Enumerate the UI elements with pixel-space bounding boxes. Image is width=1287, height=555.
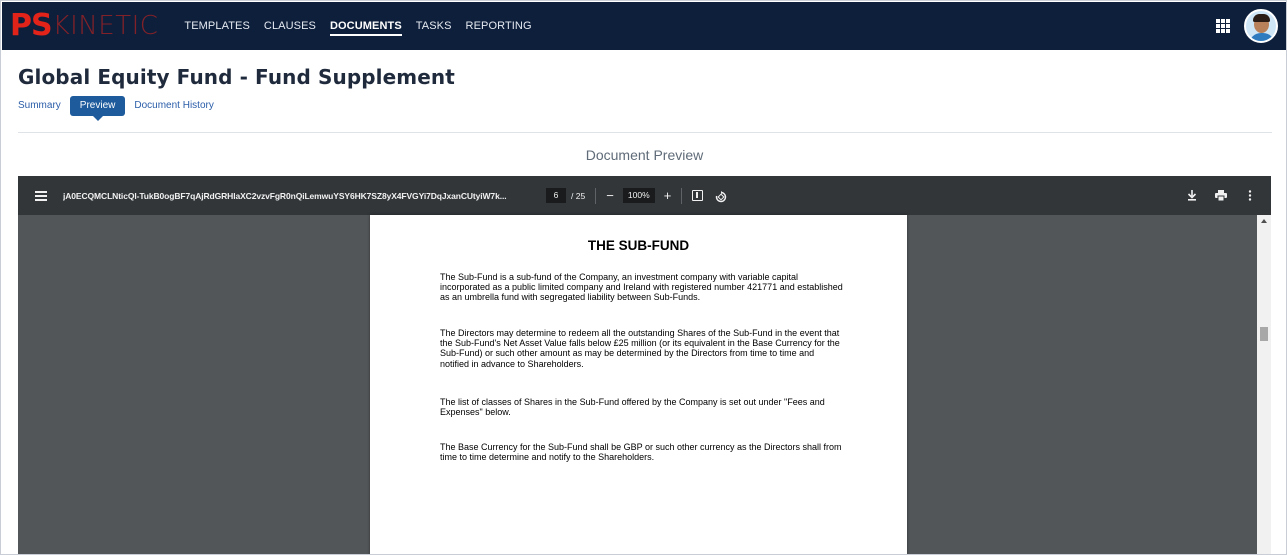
download-icon[interactable] bbox=[1186, 190, 1198, 202]
page-total: / 25 bbox=[571, 190, 586, 201]
pdf-page: THE SUB-FUND The Sub-Fund is a sub-fund … bbox=[370, 215, 907, 554]
pdf-toolbar: jA0ECQMCLNticQl-TukB0ogBF7qAjRdGRHlaXC2v… bbox=[18, 176, 1271, 215]
fit-page-icon[interactable] bbox=[692, 190, 704, 201]
top-navbar: PS KINETIC TEMPLATES CLAUSES DOCUMENTS T… bbox=[2, 2, 1286, 50]
section-heading: Document Preview bbox=[585, 147, 704, 163]
pdf-viewer: jA0ECQMCLNticQl-TukB0ogBF7qAjRdGRHlaXC2v… bbox=[18, 176, 1271, 554]
rotate-icon[interactable] bbox=[715, 190, 727, 202]
document-paragraph: The Base Currency for the Sub-Fund shall… bbox=[440, 442, 842, 463]
toolbar-separator bbox=[595, 187, 597, 204]
divider bbox=[18, 132, 1272, 133]
menu-icon[interactable] bbox=[35, 190, 47, 201]
page-title: Global Equity Fund - Fund Supplement bbox=[18, 65, 455, 89]
logo[interactable]: PS KINETIC bbox=[10, 2, 158, 50]
logo-ps: PS bbox=[10, 8, 53, 43]
tab-document-history[interactable]: Document History bbox=[134, 96, 213, 116]
document-filename: jA0ECQMCLNticQl-TukB0ogBF7qAjRdGRHlaXC2v… bbox=[63, 190, 507, 201]
app-window: PS KINETIC TEMPLATES CLAUSES DOCUMENTS T… bbox=[0, 0, 1287, 555]
document-heading: THE SUB-FUND bbox=[587, 238, 690, 253]
zoom-out-button[interactable]: − bbox=[606, 189, 614, 202]
tab-summary[interactable]: Summary bbox=[18, 96, 61, 116]
toolbar-right bbox=[1169, 190, 1256, 202]
nav-tasks[interactable]: TASKS bbox=[416, 2, 452, 50]
nav-documents[interactable]: DOCUMENTS bbox=[329, 2, 402, 50]
document-paragraph: The list of classes of Shares in the Sub… bbox=[440, 397, 825, 418]
nav-templates[interactable]: TEMPLATES bbox=[184, 2, 250, 50]
nav-right bbox=[1216, 9, 1278, 43]
print-icon[interactable] bbox=[1215, 190, 1227, 202]
document-tabs: Summary Preview Document History bbox=[18, 96, 223, 121]
scroll-up-arrow-icon[interactable] bbox=[1261, 219, 1267, 223]
logo-kinetic: KINETIC bbox=[52, 11, 159, 41]
nav-clauses[interactable]: CLAUSES bbox=[264, 2, 316, 50]
nav-reporting[interactable]: REPORTING bbox=[466, 2, 532, 50]
scrollbar-thumb[interactable] bbox=[1260, 327, 1268, 341]
main-nav: TEMPLATES CLAUSES DOCUMENTS TASKS REPORT… bbox=[184, 2, 545, 50]
user-avatar[interactable] bbox=[1244, 9, 1278, 43]
zoom-input[interactable]: 100% bbox=[622, 188, 655, 203]
toolbar-separator bbox=[681, 187, 683, 204]
vertical-scrollbar[interactable] bbox=[1257, 215, 1271, 554]
zoom-in-button[interactable]: + bbox=[664, 189, 672, 202]
more-options-icon[interactable] bbox=[1244, 190, 1256, 202]
tab-preview[interactable]: Preview bbox=[69, 96, 126, 121]
document-paragraph: The Directors may determine to redeem al… bbox=[440, 328, 840, 369]
document-paragraph: The Sub-Fund is a sub-fund of the Compan… bbox=[440, 272, 843, 303]
apps-grid-icon[interactable] bbox=[1216, 19, 1230, 33]
page-number-input[interactable]: 6 bbox=[546, 188, 566, 203]
